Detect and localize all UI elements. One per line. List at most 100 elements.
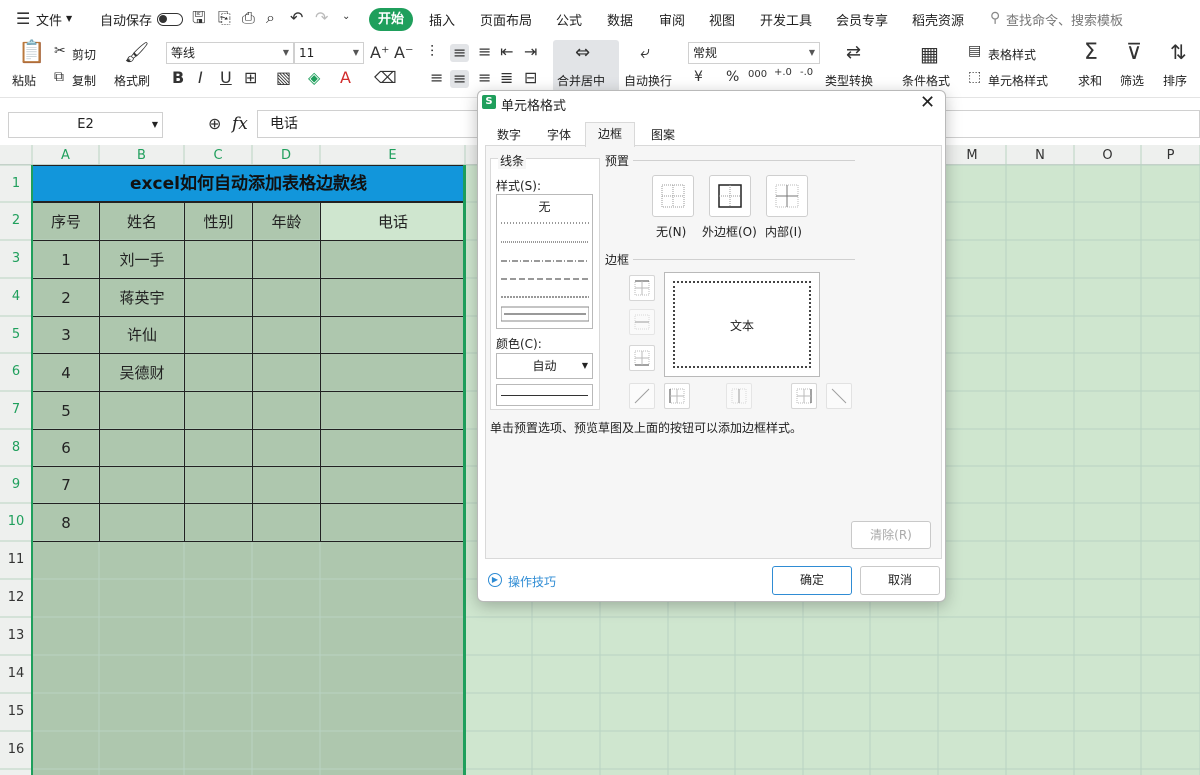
row-header-14[interactable]: 14: [0, 655, 32, 693]
column-header-c[interactable]: C: [184, 147, 252, 164]
ok-button[interactable]: 确定: [772, 566, 852, 595]
table-title-cell[interactable]: excel如何自动添加表格边款线: [32, 165, 465, 202]
row-header-12[interactable]: 12: [0, 579, 32, 617]
column-header-d[interactable]: D: [252, 147, 320, 164]
table-cell[interactable]: [320, 278, 466, 317]
line-style-none[interactable]: 无: [497, 198, 592, 215]
tab-font[interactable]: 字体: [534, 124, 584, 146]
table-cell[interactable]: [320, 466, 466, 504]
table-cell[interactable]: [252, 391, 321, 430]
table-cell[interactable]: [320, 391, 466, 430]
table-cell[interactable]: [320, 353, 466, 392]
row-header-6[interactable]: 6: [0, 353, 32, 391]
table-cell[interactable]: 8: [32, 503, 100, 542]
border-diag-down-button[interactable]: [826, 383, 852, 409]
table-cell[interactable]: [320, 429, 466, 467]
border-right-button[interactable]: [791, 383, 817, 409]
table-cell[interactable]: [252, 353, 321, 392]
table-cell[interactable]: [99, 503, 185, 542]
table-cell[interactable]: [320, 240, 466, 279]
row-header-15[interactable]: 15: [0, 693, 32, 731]
table-cell[interactable]: 4: [32, 353, 100, 392]
table-cell[interactable]: 许仙: [99, 316, 185, 354]
table-cell[interactable]: 6: [32, 429, 100, 467]
table-cell[interactable]: [252, 429, 321, 467]
selection-edge[interactable]: [463, 165, 466, 775]
table-cell[interactable]: [99, 429, 185, 467]
row-header-7[interactable]: 7: [0, 391, 32, 429]
column-header-e[interactable]: E: [320, 147, 465, 164]
preset-outline-label: 外边框(O): [702, 225, 757, 239]
table-cell[interactable]: 5: [32, 391, 100, 430]
table-cell[interactable]: 2: [32, 278, 100, 317]
row-header-8[interactable]: 8: [0, 429, 32, 466]
border-inner-h-button[interactable]: [629, 309, 655, 335]
table-cell[interactable]: [252, 503, 321, 542]
table-cell[interactable]: [320, 503, 466, 542]
line-style-list[interactable]: 无: [496, 194, 593, 329]
table-cell[interactable]: 刘一手: [99, 240, 185, 279]
border-bottom-button[interactable]: [629, 345, 655, 371]
row-header-5[interactable]: 5: [0, 316, 32, 353]
table-cell[interactable]: 3: [32, 316, 100, 354]
line-style-samples[interactable]: [501, 215, 589, 327]
table-cell[interactable]: 蒋英宇: [99, 278, 185, 317]
preset-none-button[interactable]: [652, 175, 694, 217]
tab-pattern[interactable]: 图案: [638, 124, 688, 146]
row-header-13[interactable]: 13: [0, 617, 32, 655]
border-inner-v-button[interactable]: [726, 383, 752, 409]
column-header-b[interactable]: B: [99, 147, 184, 164]
row-header-3[interactable]: 3: [0, 240, 32, 278]
cancel-button[interactable]: 取消: [860, 566, 940, 595]
table-cell[interactable]: 7: [32, 466, 100, 504]
color-select[interactable]: 自动 ▼: [496, 353, 593, 379]
row-header-10[interactable]: 10: [0, 503, 32, 541]
table-cell[interactable]: [184, 278, 253, 317]
row-header-2[interactable]: 2: [0, 202, 32, 240]
table-cell[interactable]: [252, 316, 321, 354]
header-cell[interactable]: 年龄: [252, 202, 321, 241]
column-header-n[interactable]: N: [1006, 147, 1074, 164]
table-cell[interactable]: [184, 391, 253, 430]
row-header-9[interactable]: 9: [0, 466, 32, 503]
tab-border[interactable]: 边框: [585, 122, 635, 147]
border-divider: [633, 259, 855, 260]
table-cell[interactable]: [252, 278, 321, 317]
table-cell[interactable]: 1: [32, 240, 100, 279]
border-left-button[interactable]: [664, 383, 690, 409]
table-cell[interactable]: [320, 316, 466, 354]
column-header-a[interactable]: A: [32, 147, 99, 164]
table-cell[interactable]: [99, 466, 185, 504]
table-cell[interactable]: [99, 391, 185, 430]
preset-inside-button[interactable]: [766, 175, 808, 217]
row-header-1[interactable]: 1: [0, 165, 32, 202]
header-cell[interactable]: 性别: [184, 202, 253, 241]
table-cell[interactable]: [184, 466, 253, 504]
preset-inside-label: 内部(I): [765, 225, 802, 239]
header-cell[interactable]: 电话: [320, 202, 466, 241]
column-header-o[interactable]: O: [1074, 147, 1141, 164]
tab-number[interactable]: 数字: [486, 124, 532, 146]
border-preview[interactable]: 文本: [664, 272, 820, 377]
table-cell[interactable]: [252, 466, 321, 504]
table-cell[interactable]: [184, 503, 253, 542]
header-cell[interactable]: 序号: [32, 202, 100, 241]
table-cell[interactable]: [252, 240, 321, 279]
table-cell[interactable]: [184, 353, 253, 392]
column-header-p[interactable]: P: [1141, 147, 1200, 164]
table-cell[interactable]: [184, 429, 253, 467]
border-top-button[interactable]: [629, 275, 655, 301]
close-icon[interactable]: ✕: [920, 92, 935, 113]
header-cell[interactable]: 姓名: [99, 202, 185, 241]
table-cell[interactable]: [184, 240, 253, 279]
row-header-11[interactable]: 11: [0, 541, 32, 579]
preset-outline-button[interactable]: [709, 175, 751, 217]
border-diag-up-button[interactable]: [629, 383, 655, 409]
clear-button[interactable]: 清除(R): [851, 521, 931, 549]
table-cell[interactable]: [184, 316, 253, 354]
row-header-4[interactable]: 4: [0, 278, 32, 316]
column-header-m[interactable]: M: [938, 147, 1006, 164]
tips-link[interactable]: 操作技巧: [508, 573, 556, 590]
table-cell[interactable]: 吴德财: [99, 353, 185, 392]
row-header-16[interactable]: 16: [0, 731, 32, 769]
